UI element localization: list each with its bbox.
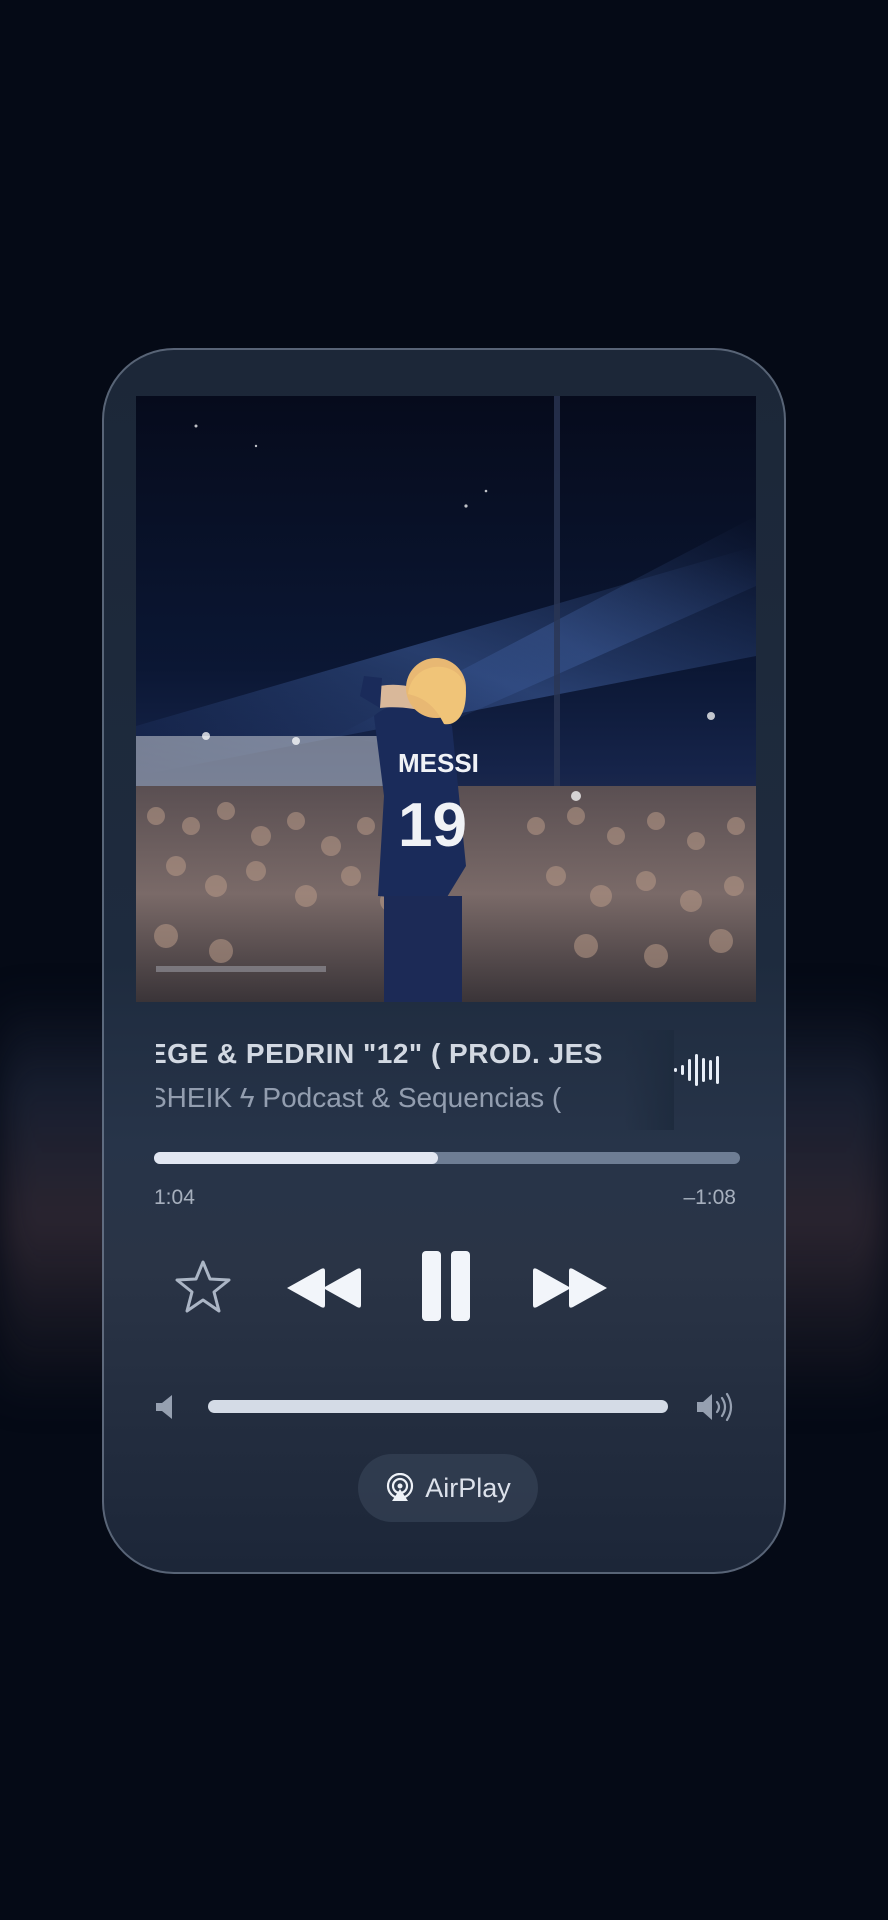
marquee-fade: [624, 1030, 674, 1130]
pause-icon: [422, 1251, 470, 1321]
airplay-button[interactable]: AirPlay: [358, 1454, 538, 1522]
title-marquee[interactable]: EGE & PEDRIN "12" ( PROD. JES: [156, 1030, 656, 1080]
artist-marquee[interactable]: SHEIK ϟ Podcast & Sequencias (: [156, 1076, 656, 1120]
fast-forward-icon: [533, 1268, 607, 1308]
fast-forward-button[interactable]: [528, 1258, 612, 1318]
progress-slider[interactable]: [154, 1152, 740, 1164]
rewind-icon: [287, 1268, 361, 1308]
volume-slider[interactable]: [208, 1400, 668, 1413]
song-artist: SHEIK ϟ Podcast & Sequencias (: [156, 1082, 562, 1113]
star-outline-icon: [175, 1260, 231, 1313]
artwork-illustration: MESSI 19: [136, 396, 756, 1002]
speaker-high-icon: [694, 1390, 738, 1424]
airplay-label: AirPlay: [425, 1472, 511, 1503]
time-remaining: –1:08: [683, 1186, 736, 1209]
now-playing-card: MESSI 19 EGE & PEDRIN "12" ( PROD. JES S…: [102, 348, 786, 1574]
airplay-icon: [387, 1473, 414, 1501]
jersey-number: 19: [398, 791, 467, 860]
speaker-low-icon: [152, 1392, 178, 1422]
jersey-name: MESSI: [398, 748, 479, 778]
favorite-button[interactable]: [172, 1256, 234, 1318]
pause-button[interactable]: [414, 1248, 478, 1324]
album-artwork: MESSI 19: [136, 396, 756, 1002]
time-elapsed: 1:04: [154, 1186, 195, 1209]
rewind-button[interactable]: [282, 1258, 366, 1318]
progress-fill: [154, 1152, 439, 1164]
song-title: EGE & PEDRIN "12" ( PROD. JES: [156, 1038, 603, 1069]
waveform-icon: [672, 1050, 720, 1090]
